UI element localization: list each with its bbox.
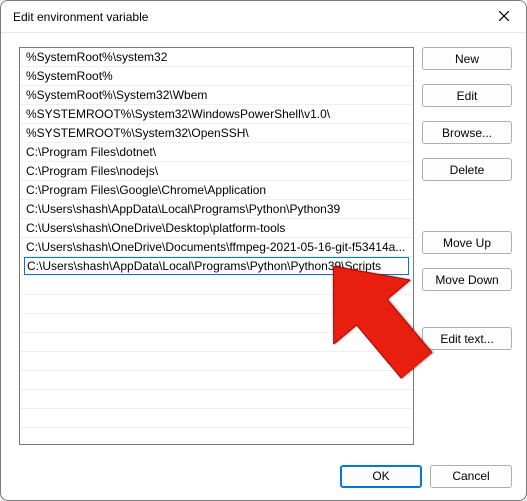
titlebar: Edit environment variable (1, 1, 526, 33)
cancel-button[interactable]: Cancel (430, 465, 512, 488)
list-item[interactable]: %SystemRoot%\system32 (20, 48, 413, 67)
delete-button[interactable]: Delete (422, 158, 512, 181)
list-item-empty (20, 314, 413, 333)
side-buttons: New Edit Browse... Delete Move Up Move D… (422, 47, 512, 452)
list-item[interactable]: C:\Program Files\dotnet\ (20, 143, 413, 162)
window-title: Edit environment variable (13, 10, 148, 24)
browse-button[interactable]: Browse... (422, 121, 512, 144)
path-listbox[interactable]: %SystemRoot%\system32%SystemRoot%%System… (19, 47, 414, 445)
dialog-window: Edit environment variable %SystemRoot%\s… (0, 0, 527, 501)
list-item[interactable]: %SYSTEMROOT%\System32\OpenSSH\ (20, 124, 413, 143)
list-item[interactable]: C:\Users\shash\OneDrive\Desktop\platform… (20, 219, 413, 238)
dialog-body: %SystemRoot%\system32%SystemRoot%%System… (1, 33, 526, 452)
ok-button[interactable]: OK (340, 465, 422, 488)
list-item-empty (20, 276, 413, 295)
move-up-button[interactable]: Move Up (422, 231, 512, 254)
edit-button[interactable]: Edit (422, 84, 512, 107)
close-icon (499, 8, 509, 26)
list-item-empty (20, 390, 413, 409)
new-button[interactable]: New (422, 47, 512, 70)
dialog-footer: OK Cancel (1, 452, 526, 500)
list-item-empty (20, 409, 413, 428)
list-item-empty (20, 333, 413, 352)
list-item[interactable]: %SYSTEMROOT%\System32\WindowsPowerShell\… (20, 105, 413, 124)
list-item-editing[interactable] (20, 257, 413, 276)
list-item[interactable]: C:\Users\shash\OneDrive\Documents\ffmpeg… (20, 238, 413, 257)
list-item[interactable]: C:\Program Files\Google\Chrome\Applicati… (20, 181, 413, 200)
edit-text-button[interactable]: Edit text... (422, 327, 512, 350)
move-down-button[interactable]: Move Down (422, 268, 512, 291)
close-button[interactable] (482, 1, 526, 33)
list-item[interactable]: %SystemRoot% (20, 67, 413, 86)
list-item[interactable]: C:\Users\shash\AppData\Local\Programs\Py… (20, 200, 413, 219)
list-item-empty (20, 428, 413, 445)
path-edit-input[interactable] (24, 257, 409, 275)
list-item[interactable]: %SystemRoot%\System32\Wbem (20, 86, 413, 105)
list-item[interactable]: C:\Program Files\nodejs\ (20, 162, 413, 181)
list-item-empty (20, 371, 413, 390)
list-item-empty (20, 352, 413, 371)
list-item-empty (20, 295, 413, 314)
